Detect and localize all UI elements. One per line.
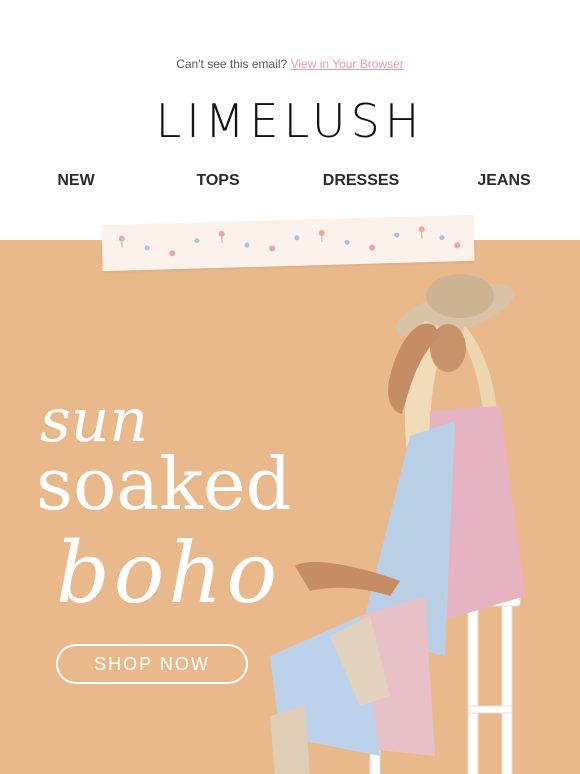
preheader: Can't see this email? View in Your Brows… [0, 57, 580, 71]
preheader-text: Can't see this email? [176, 57, 288, 71]
headline-line-3: boho [56, 524, 282, 622]
nav-item-new[interactable]: NEW [57, 172, 94, 190]
nav-item-dresses[interactable]: DRESSES [323, 172, 399, 190]
nav-item-jeans[interactable]: JEANS [477, 172, 530, 190]
shop-now-button[interactable]: SHOP NOW [56, 644, 248, 684]
hero-banner[interactable]: sun soaked boho SHOP NOW [0, 206, 580, 774]
view-in-browser-link[interactable]: View in Your Browser [291, 57, 404, 71]
headline-line-2: soaked [36, 442, 292, 526]
nav-item-tops[interactable]: TOPS [196, 172, 239, 190]
model-photo [270, 274, 525, 774]
brand-logo[interactable]: LIMELUSH [0, 94, 580, 148]
main-nav: NEW TOPS DRESSES JEANS [0, 172, 580, 196]
